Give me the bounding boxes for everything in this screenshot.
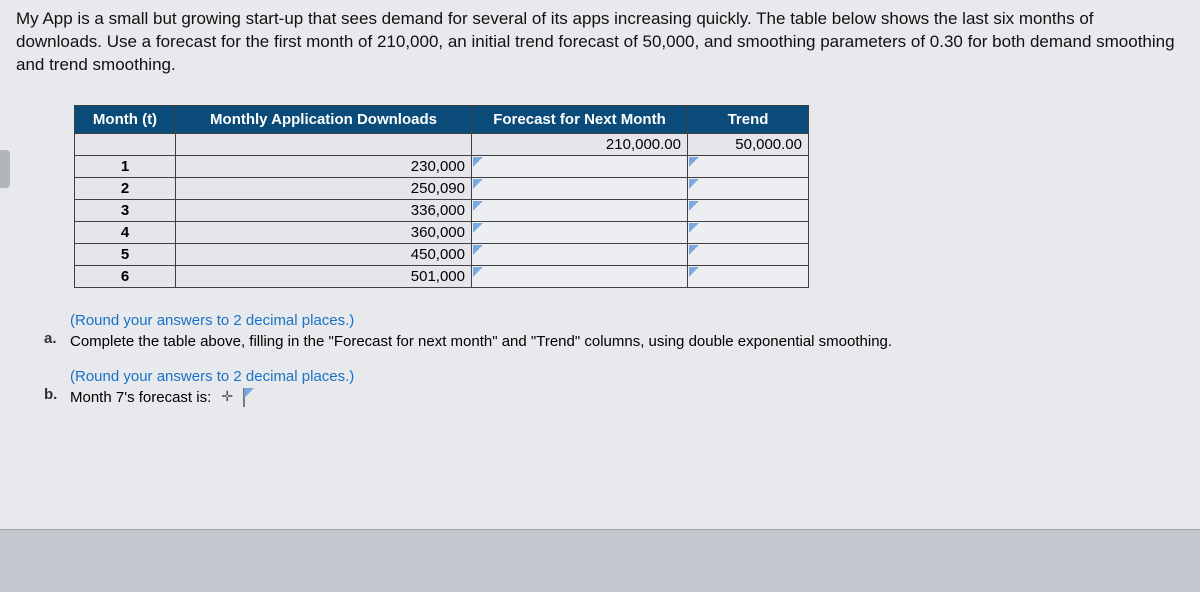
input-flag-icon: [473, 201, 483, 211]
th-trend: Trend: [688, 105, 809, 133]
problem-statement: My App is a small but growing start-up t…: [16, 6, 1184, 87]
cell-month-initial: [75, 133, 176, 155]
input-flag-icon: [473, 245, 483, 255]
cell-downloads-1: 230,000: [176, 155, 472, 177]
cell-trend-initial: 50,000.00: [688, 133, 809, 155]
input-forecast-3[interactable]: [472, 199, 688, 221]
cell-month-4: 4: [75, 221, 176, 243]
cell-forecast-initial: 210,000.00: [472, 133, 688, 155]
input-forecast-2[interactable]: [472, 177, 688, 199]
input-flag-icon: [473, 179, 483, 189]
round-note-a: (Round your answers to 2 decimal places.…: [70, 310, 1184, 331]
input-trend-2[interactable]: [688, 177, 809, 199]
input-trend-1[interactable]: [688, 155, 809, 177]
cell-downloads-initial: [176, 133, 472, 155]
input-flag-icon: [689, 223, 699, 233]
input-forecast-5[interactable]: [472, 243, 688, 265]
input-forecast-4[interactable]: [472, 221, 688, 243]
th-forecast: Forecast for Next Month: [472, 105, 688, 133]
input-forecast-1[interactable]: [472, 155, 688, 177]
cell-downloads-5: 450,000: [176, 243, 472, 265]
part-a-label: a.: [44, 310, 70, 349]
input-flag-icon: [689, 179, 699, 189]
input-flag-icon: [689, 201, 699, 211]
input-trend-3[interactable]: [688, 199, 809, 221]
input-flag-icon: [689, 267, 699, 277]
input-flag-icon: [473, 223, 483, 233]
input-trend-5[interactable]: [688, 243, 809, 265]
part-b-label: b.: [44, 366, 70, 405]
part-a-text: Complete the table above, filling in the…: [70, 331, 1184, 352]
input-flag-icon: [689, 157, 699, 167]
part-b-text: Month 7's forecast is:: [70, 387, 211, 408]
cell-month-2: 2: [75, 177, 176, 199]
cell-downloads-2: 250,090: [176, 177, 472, 199]
th-downloads: Monthly Application Downloads: [176, 105, 472, 133]
input-flag-icon: [244, 388, 254, 398]
input-flag-icon: [473, 157, 483, 167]
cell-month-3: 3: [75, 199, 176, 221]
side-tab: [0, 150, 10, 188]
cell-downloads-6: 501,000: [176, 265, 472, 287]
desk-surface: [0, 530, 1200, 592]
data-table: Month (t) Monthly Application Downloads …: [74, 105, 809, 288]
plus-icon[interactable]: ✛: [219, 388, 235, 404]
cell-month-6: 6: [75, 265, 176, 287]
round-note-b: (Round your answers to 2 decimal places.…: [70, 366, 1184, 387]
cell-downloads-3: 336,000: [176, 199, 472, 221]
cell-month-1: 1: [75, 155, 176, 177]
input-trend-4[interactable]: [688, 221, 809, 243]
input-trend-6[interactable]: [688, 265, 809, 287]
cell-downloads-4: 360,000: [176, 221, 472, 243]
input-flag-icon: [473, 267, 483, 277]
cell-month-5: 5: [75, 243, 176, 265]
input-forecast-6[interactable]: [472, 265, 688, 287]
input-flag-icon: [689, 245, 699, 255]
th-month: Month (t): [75, 105, 176, 133]
